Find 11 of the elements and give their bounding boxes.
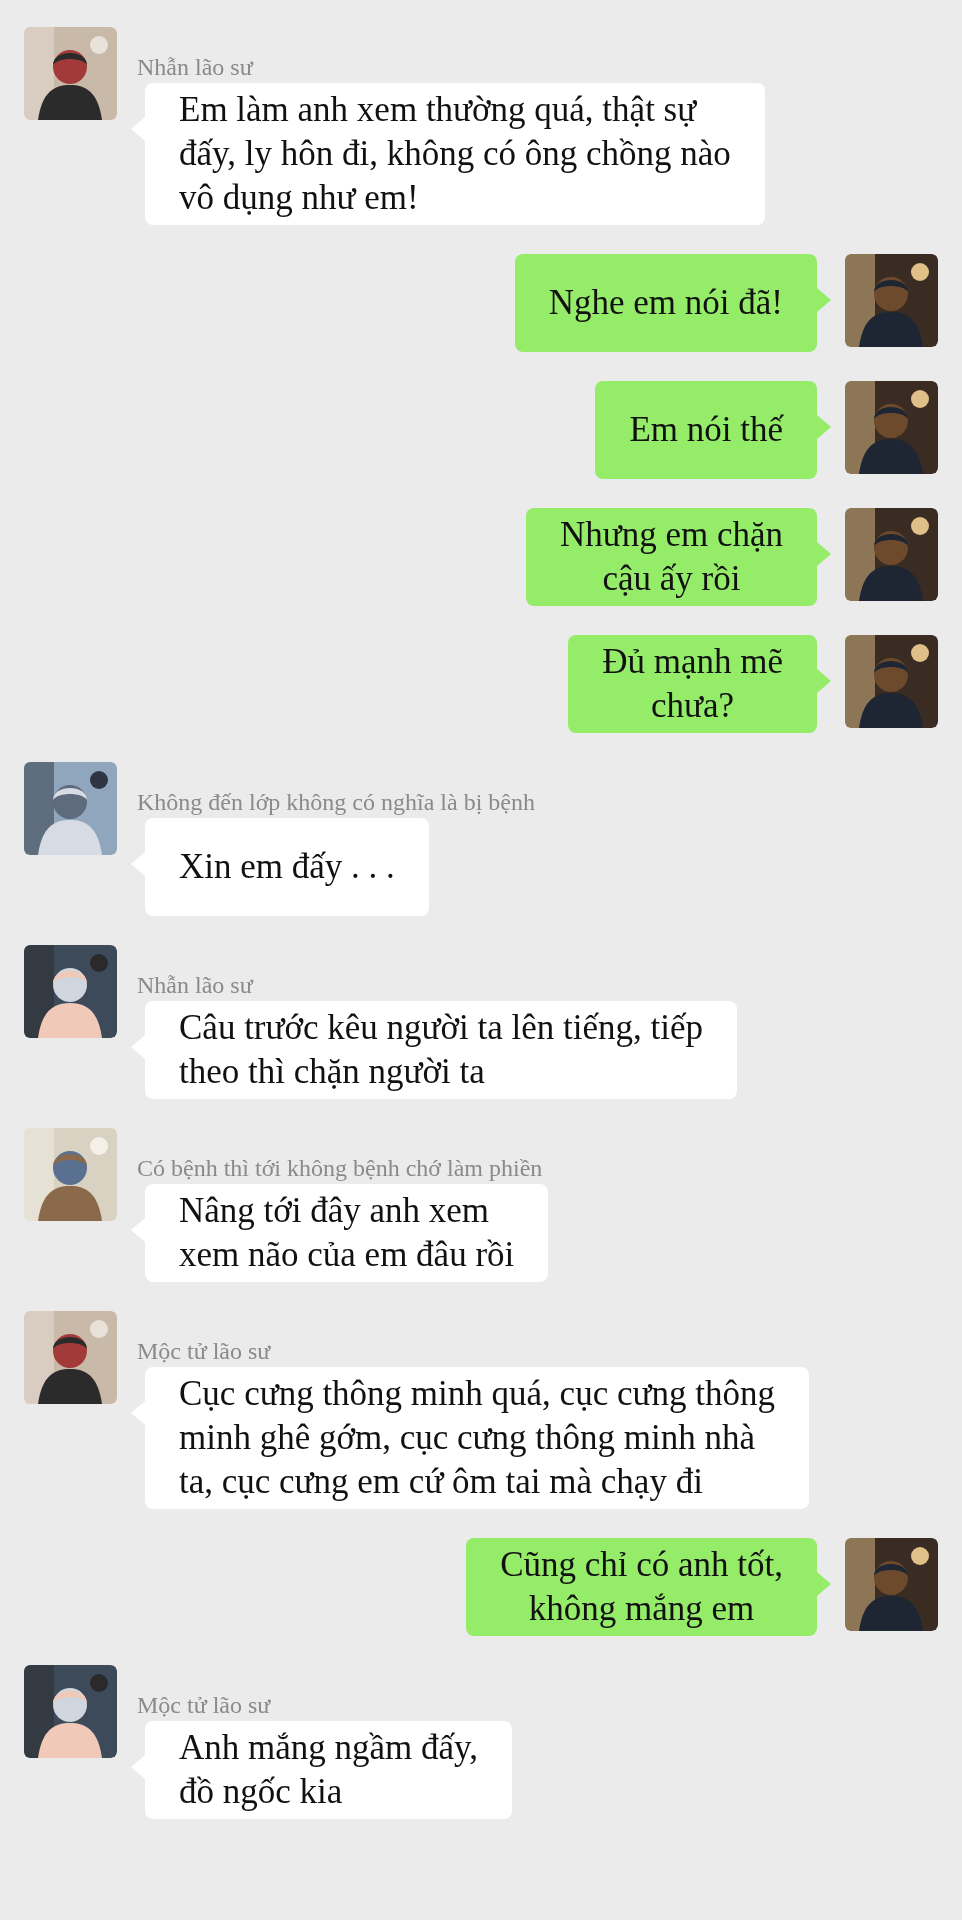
bubble-tail bbox=[817, 542, 831, 566]
sender-name: Nhẫn lão sư bbox=[137, 53, 253, 81]
bubble-tail bbox=[817, 1572, 831, 1596]
sender-name: Không đến lớp không có nghĩa là bị bệnh bbox=[137, 788, 535, 816]
sender-name: Có bệnh thì tới không bệnh chớ làm phiền bbox=[137, 1154, 543, 1182]
bubble-tail bbox=[817, 415, 831, 439]
sender-name: Mộc tử lão sư bbox=[137, 1691, 271, 1719]
bubble-tail bbox=[817, 288, 831, 312]
sender-name: Nhẫn lão sư bbox=[137, 971, 253, 999]
bubble-tail bbox=[817, 669, 831, 693]
sender-name: Mộc tử lão sư bbox=[137, 1337, 271, 1365]
